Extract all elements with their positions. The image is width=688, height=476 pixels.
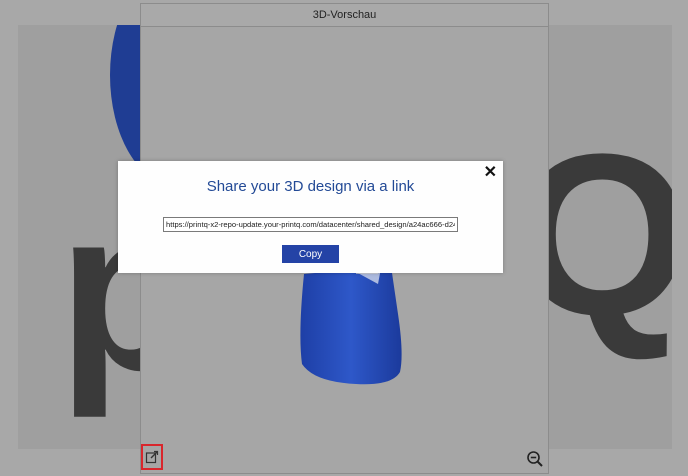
close-icon[interactable]: ✕ — [484, 165, 497, 181]
share-link-button[interactable] — [141, 444, 163, 470]
zoom-out-icon — [527, 451, 543, 467]
sock-3d-model[interactable] — [296, 254, 406, 394]
preview-title: 3D-Vorschau — [141, 4, 548, 27]
modal-title: Share your 3D design via a link — [206, 178, 415, 195]
copy-button[interactable]: Copy — [282, 245, 339, 263]
share-design-modal: Share your 3D design via a link ✕ Copy — [118, 161, 503, 273]
zoom-out-button[interactable] — [524, 448, 546, 470]
share-link-input[interactable] — [163, 217, 458, 232]
share-edit-icon — [145, 450, 159, 464]
